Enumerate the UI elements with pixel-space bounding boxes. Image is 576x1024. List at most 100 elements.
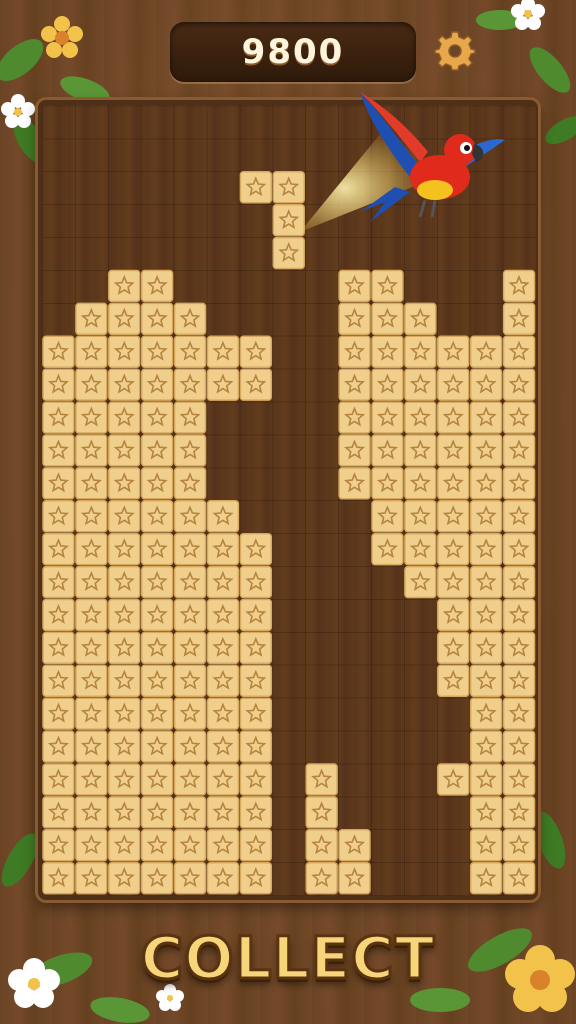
star-tile[interactable]: [371, 368, 404, 401]
star-tile[interactable]: [173, 532, 207, 566]
star-tile[interactable]: [502, 763, 536, 796]
star-tile[interactable]: [305, 796, 338, 829]
star-tile[interactable]: [173, 335, 207, 368]
star-tile[interactable]: [140, 664, 174, 697]
star-tile[interactable]: [239, 664, 273, 697]
star-tile[interactable]: [75, 335, 108, 368]
star-tile[interactable]: [140, 763, 174, 796]
star-tile[interactable]: [239, 565, 273, 599]
star-tile[interactable]: [173, 598, 207, 632]
star-tile[interactable]: [371, 269, 404, 303]
star-tile[interactable]: [108, 401, 141, 434]
star-tile[interactable]: [75, 829, 108, 862]
star-tile[interactable]: [173, 796, 207, 829]
star-tile[interactable]: [371, 467, 404, 500]
star-tile[interactable]: [206, 565, 240, 599]
star-tile[interactable]: [42, 631, 75, 665]
star-tile[interactable]: [173, 861, 207, 895]
star-tile[interactable]: [502, 434, 536, 467]
star-tile[interactable]: [75, 598, 108, 632]
star-tile[interactable]: [140, 467, 174, 500]
star-tile[interactable]: [42, 664, 75, 697]
star-tile[interactable]: [140, 631, 174, 665]
star-tile[interactable]: [404, 532, 437, 566]
star-tile[interactable]: [75, 302, 108, 336]
star-tile[interactable]: [469, 763, 503, 796]
star-tile[interactable]: [371, 401, 404, 434]
star-tile[interactable]: [502, 401, 536, 434]
star-tile[interactable]: [338, 368, 371, 401]
star-tile[interactable]: [108, 467, 141, 500]
star-tile[interactable]: [469, 368, 503, 401]
star-tile[interactable]: [404, 434, 437, 467]
star-tile[interactable]: [469, 697, 503, 730]
star-tile[interactable]: [437, 598, 470, 632]
star-tile[interactable]: [42, 500, 75, 533]
star-tile[interactable]: [206, 598, 240, 632]
star-tile[interactable]: [437, 763, 470, 796]
star-tile[interactable]: [469, 565, 503, 599]
star-tile[interactable]: [108, 796, 141, 829]
star-tile[interactable]: [404, 467, 437, 500]
star-tile[interactable]: [173, 763, 207, 796]
star-tile[interactable]: [437, 467, 470, 500]
star-tile[interactable]: [371, 434, 404, 467]
star-tile[interactable]: [469, 532, 503, 566]
star-tile[interactable]: [108, 664, 141, 697]
star-tile[interactable]: [206, 730, 240, 763]
star-tile[interactable]: [140, 565, 174, 599]
star-tile[interactable]: [437, 500, 470, 533]
star-tile[interactable]: [469, 434, 503, 467]
star-tile[interactable]: [108, 368, 141, 401]
star-tile[interactable]: [75, 565, 108, 599]
star-tile[interactable]: [75, 631, 108, 665]
star-tile[interactable]: [75, 730, 108, 763]
star-tile[interactable]: [75, 796, 108, 829]
star-tile[interactable]: [206, 664, 240, 697]
star-tile[interactable]: [42, 565, 75, 599]
star-tile[interactable]: [206, 763, 240, 796]
star-tile[interactable]: [437, 335, 470, 368]
star-tile[interactable]: [206, 631, 240, 665]
star-tile[interactable]: [108, 434, 141, 467]
star-tile[interactable]: [206, 500, 240, 533]
star-tile[interactable]: [173, 730, 207, 763]
star-tile[interactable]: [437, 434, 470, 467]
star-tile[interactable]: [469, 401, 503, 434]
star-tile[interactable]: [42, 401, 75, 434]
star-tile[interactable]: [173, 368, 207, 401]
star-tile[interactable]: [108, 598, 141, 632]
star-tile[interactable]: [42, 598, 75, 632]
star-tile[interactable]: [239, 532, 273, 566]
star-tile[interactable]: [108, 697, 141, 730]
star-tile[interactable]: [140, 796, 174, 829]
star-tile[interactable]: [140, 302, 174, 336]
star-tile[interactable]: [437, 401, 470, 434]
star-tile[interactable]: [42, 829, 75, 862]
star-tile[interactable]: [75, 467, 108, 500]
star-tile[interactable]: [206, 796, 240, 829]
star-tile[interactable]: [75, 500, 108, 533]
star-tile[interactable]: [239, 730, 273, 763]
star-tile[interactable]: [502, 730, 536, 763]
star-tile[interactable]: [206, 368, 240, 401]
star-tile[interactable]: [437, 565, 470, 599]
star-tile[interactable]: [338, 302, 371, 336]
star-tile[interactable]: [338, 861, 371, 895]
collect-banner[interactable]: COLLECT: [0, 918, 576, 998]
star-tile[interactable]: [108, 829, 141, 862]
star-tile[interactable]: [42, 467, 75, 500]
star-tile[interactable]: [404, 368, 437, 401]
star-tile[interactable]: [239, 335, 273, 368]
star-tile[interactable]: [75, 697, 108, 730]
star-tile[interactable]: [206, 861, 240, 895]
star-tile[interactable]: [338, 467, 371, 500]
star-tile[interactable]: [338, 829, 371, 862]
star-tile[interactable]: [173, 565, 207, 599]
star-tile[interactable]: [404, 335, 437, 368]
star-tile[interactable]: [173, 302, 207, 336]
star-tile[interactable]: [108, 302, 141, 336]
star-tile[interactable]: [108, 532, 141, 566]
star-tile[interactable]: [371, 335, 404, 368]
star-tile[interactable]: [437, 368, 470, 401]
